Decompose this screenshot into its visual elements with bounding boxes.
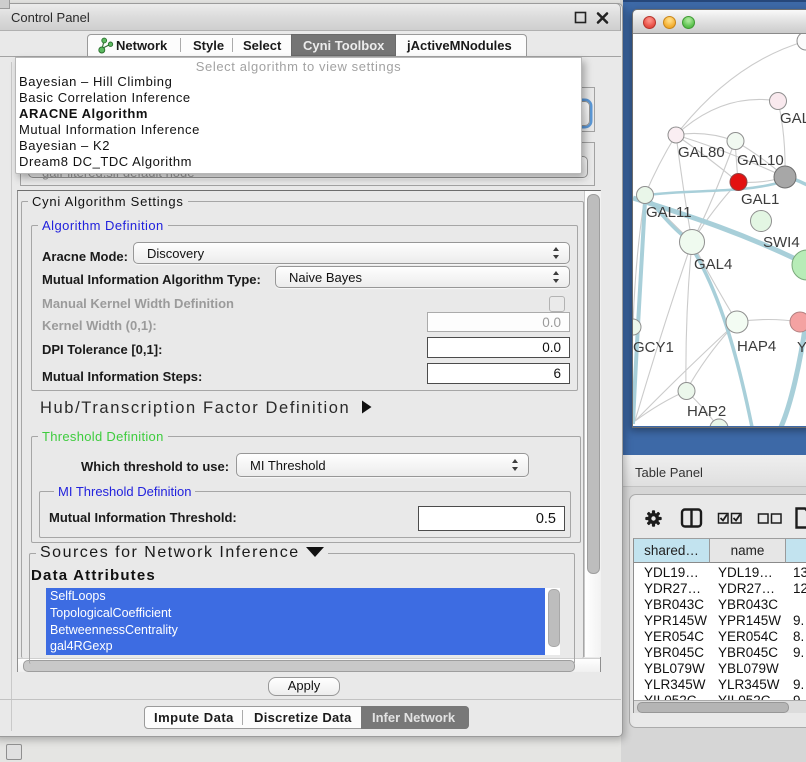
svg-text:HAP4: HAP4 <box>737 338 776 355</box>
svg-text:GAL80: GAL80 <box>678 144 725 161</box>
svg-text:GAL4: GAL4 <box>694 256 732 273</box>
svg-text:HAP2: HAP2 <box>687 403 726 420</box>
svg-text:GAL10: GAL10 <box>737 152 784 169</box>
svg-text:GAL1: GAL1 <box>741 191 779 208</box>
svg-text:GCY1: GCY1 <box>633 339 674 356</box>
svg-text:GAL7: GAL7 <box>780 110 806 127</box>
svg-text:GAL11: GAL11 <box>646 204 692 221</box>
svg-text:SWI4: SWI4 <box>763 234 800 251</box>
svg-text:Y: Y <box>797 339 806 356</box>
